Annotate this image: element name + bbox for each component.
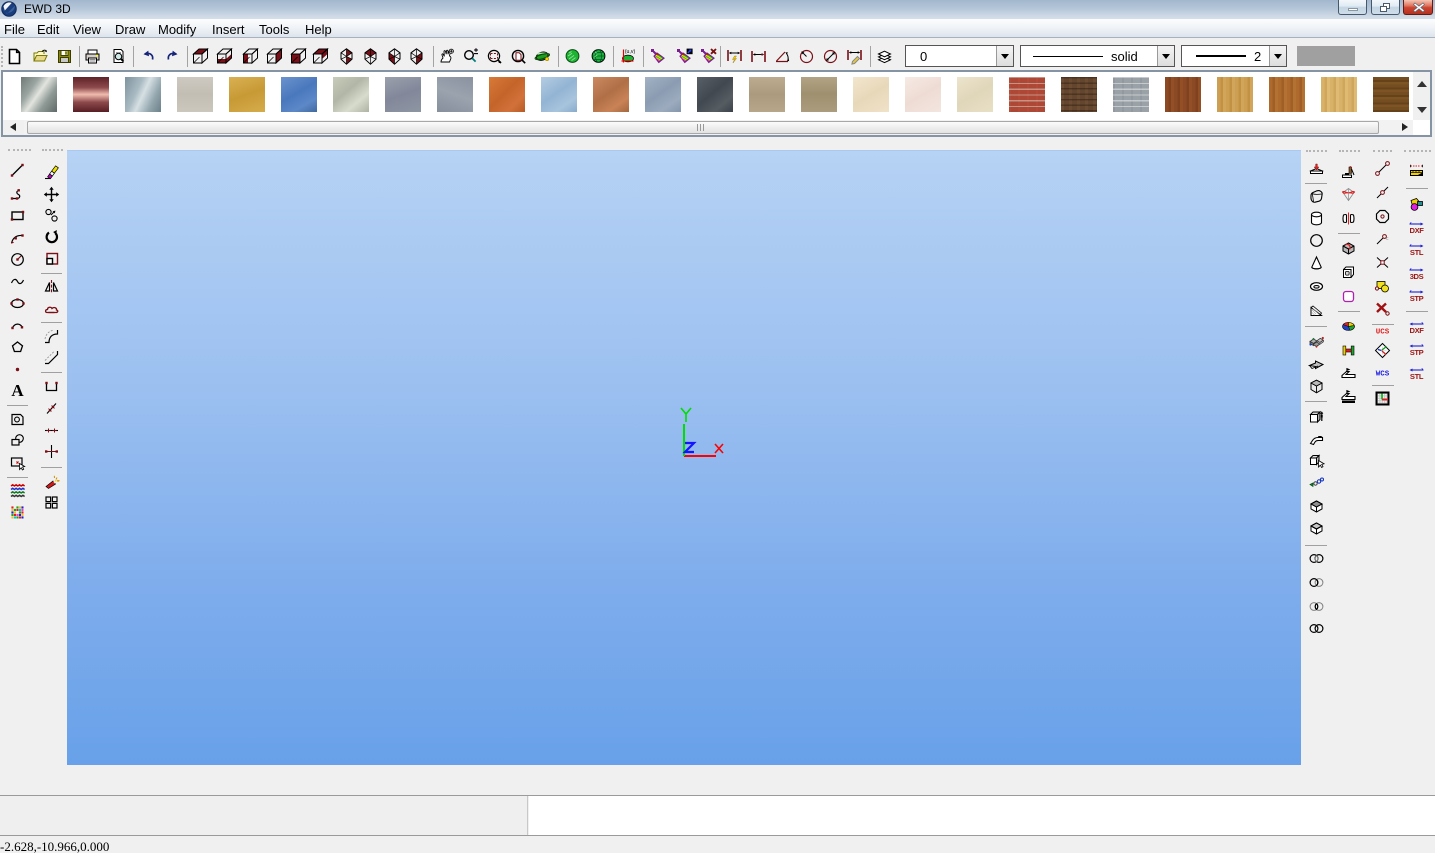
svg-text:3DS: 3DS bbox=[1410, 272, 1424, 281]
svg-text:c: c bbox=[1386, 236, 1389, 242]
svg-text:UCS: UCS bbox=[1376, 329, 1390, 337]
svg-text:STL: STL bbox=[1410, 248, 1424, 257]
svg-text:DXF: DXF bbox=[1410, 226, 1425, 235]
svg-text:STP: STP bbox=[1410, 294, 1424, 303]
svg-text:STP: STP bbox=[1410, 348, 1424, 357]
svg-text:(u,v): (u,v) bbox=[625, 49, 636, 55]
svg-text:WCS: WCS bbox=[1376, 371, 1390, 379]
svg-text:DXF: DXF bbox=[1410, 326, 1425, 335]
svg-text:STL: STL bbox=[1410, 372, 1424, 381]
svg-text:A: A bbox=[11, 382, 24, 399]
